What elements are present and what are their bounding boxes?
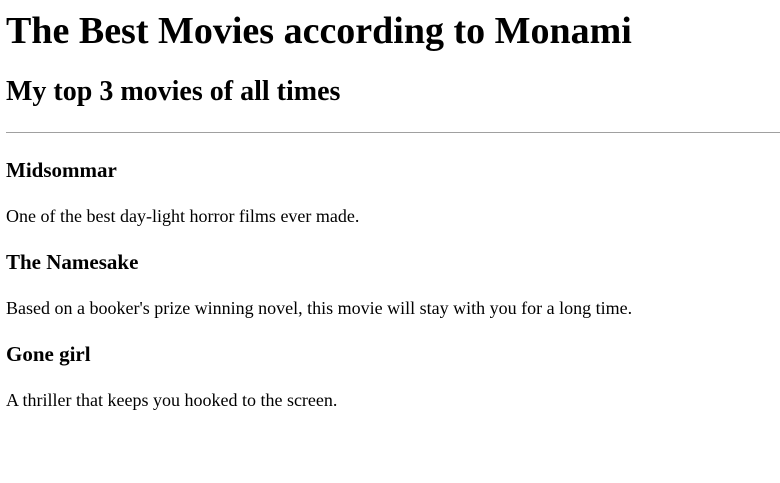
movie-description: A thriller that keeps you hooked to the …: [6, 390, 338, 410]
movie-item: Gone girl A thriller that keeps you hook…: [6, 341, 780, 412]
page-content: The Best Movies according to Monami My t…: [0, 0, 780, 412]
movie-title: The Namesake: [6, 250, 139, 274]
movie-list: Midsommar One of the best day-light horr…: [6, 157, 780, 412]
movie-title: Gone girl: [6, 342, 91, 366]
movie-description: One of the best day-light horror films e…: [6, 206, 360, 226]
movie-item: Midsommar One of the best day-light horr…: [6, 157, 780, 228]
page-title: The Best Movies according to Monami: [6, 10, 632, 52]
page-subtitle: My top 3 movies of all times: [6, 76, 341, 107]
movie-description: Based on a booker's prize winning novel,…: [6, 298, 633, 318]
divider: [6, 132, 780, 133]
movie-title: Midsommar: [6, 158, 117, 182]
movie-item: The Namesake Based on a booker's prize w…: [6, 249, 780, 320]
